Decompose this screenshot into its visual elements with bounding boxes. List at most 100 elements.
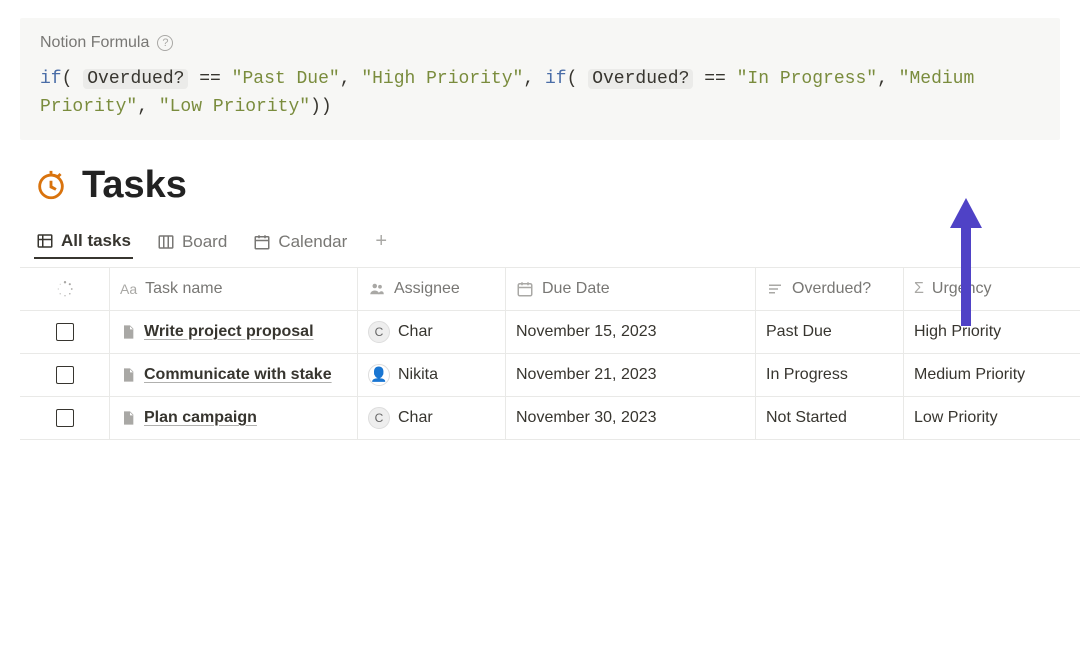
table-icon xyxy=(36,232,54,250)
lines-icon xyxy=(766,280,784,298)
formula-code[interactable]: if( Overdued? == "Past Due", "High Prior… xyxy=(40,66,1040,122)
column-header-checkbox[interactable] xyxy=(20,268,110,310)
formula-token-op: == xyxy=(188,69,231,89)
assignee-name: Char xyxy=(398,409,433,427)
table-row[interactable]: Communicate with stake 👤 Nikita November 21… xyxy=(20,354,1080,397)
stopwatch-icon xyxy=(34,168,68,202)
due-date-cell[interactable]: November 21, 2023 xyxy=(506,354,756,396)
column-header-label: Task name xyxy=(145,280,222,298)
tab-all-tasks[interactable]: All tasks xyxy=(34,225,133,259)
column-header-urgency[interactable]: Σ Urgency xyxy=(904,268,1080,310)
due-date: November 15, 2023 xyxy=(516,323,657,341)
tab-label: Calendar xyxy=(278,232,347,252)
page-icon xyxy=(120,410,136,426)
people-icon xyxy=(368,280,386,298)
overdued-cell[interactable]: Not Started xyxy=(756,397,904,439)
urgency-cell[interactable]: Low Priority xyxy=(904,397,1080,439)
task-name: Communicate with stake xyxy=(144,366,332,384)
page-title-row: Tasks xyxy=(34,164,1080,207)
formula-token-op xyxy=(577,69,588,89)
due-date-cell[interactable]: November 15, 2023 xyxy=(506,311,756,353)
column-header-label: Due Date xyxy=(542,280,610,298)
page-title: Tasks xyxy=(82,164,187,207)
urgency-cell[interactable]: High Priority xyxy=(904,311,1080,353)
database-table: Aa Task name Assignee Due Date Overdued? Σ Urg… xyxy=(20,267,1080,440)
formula-token-op xyxy=(72,69,83,89)
avatar: C xyxy=(368,321,390,343)
formula-header: Notion Formula ? xyxy=(40,34,1040,52)
due-date: November 30, 2023 xyxy=(516,409,657,427)
task-name-cell[interactable]: Communicate with stake xyxy=(110,354,358,396)
overdued-value: In Progress xyxy=(766,366,848,384)
formula-token-str: "Past Due" xyxy=(232,69,340,89)
page-icon xyxy=(120,367,136,383)
formula-token-prop: Overdued? xyxy=(588,69,693,89)
formula-header-label: Notion Formula xyxy=(40,34,149,52)
formula-token-str: "High Priority" xyxy=(361,69,523,89)
formula-token-str: "Low Priority" xyxy=(159,97,310,117)
column-header-due-date[interactable]: Due Date xyxy=(506,268,756,310)
column-header-overdued-[interactable]: Overdued? xyxy=(756,268,904,310)
avatar: 👤 xyxy=(368,364,390,386)
column-header-assignee[interactable]: Assignee xyxy=(358,268,506,310)
urgency-value: High Priority xyxy=(914,323,1001,341)
loading-spinner-icon xyxy=(56,280,74,298)
date-icon xyxy=(516,280,534,298)
assignee-name: Nikita xyxy=(398,366,438,384)
column-header-label: Assignee xyxy=(394,280,460,298)
checkbox-cell[interactable] xyxy=(20,354,110,396)
board-icon xyxy=(157,233,175,251)
urgency-value: Low Priority xyxy=(914,409,998,427)
calendar-icon xyxy=(253,233,271,251)
table-header-row: Aa Task name Assignee Due Date Overdued? Σ Urg… xyxy=(20,268,1080,311)
overdued-cell[interactable]: In Progress xyxy=(756,354,904,396)
task-name-cell[interactable]: Plan campaign xyxy=(110,397,358,439)
formula-token-op: == xyxy=(693,69,736,89)
formula-token-punc: , xyxy=(877,69,899,89)
tab-calendar[interactable]: Calendar xyxy=(251,226,349,258)
overdued-value: Not Started xyxy=(766,409,847,427)
page-icon xyxy=(120,324,136,340)
task-name-cell[interactable]: Write project proposal xyxy=(110,311,358,353)
formula-token-prop: Overdued? xyxy=(83,69,188,89)
task-name: Plan campaign xyxy=(144,409,257,427)
checkbox[interactable] xyxy=(56,409,74,427)
checkbox[interactable] xyxy=(56,366,74,384)
formula-token-punc: , xyxy=(523,69,545,89)
column-header-task-name[interactable]: Aa Task name xyxy=(110,268,358,310)
column-header-label: Urgency xyxy=(932,280,992,298)
formula-token-kw: if xyxy=(545,69,567,89)
assignee-cell[interactable]: C Char xyxy=(358,397,506,439)
formula-token-kw: if xyxy=(40,69,62,89)
view-tabs: All tasks Board Calendar + xyxy=(34,225,1080,259)
formula-token-punc: , xyxy=(340,69,362,89)
formula-token-punc: ( xyxy=(62,69,73,89)
add-view-button[interactable]: + xyxy=(371,230,391,253)
formula-token-str: "In Progress" xyxy=(737,69,877,89)
sigma-icon: Σ xyxy=(914,280,924,298)
due-date: November 21, 2023 xyxy=(516,366,657,384)
checkbox-cell[interactable] xyxy=(20,311,110,353)
urgency-value: Medium Priority xyxy=(914,366,1025,384)
urgency-cell[interactable]: Medium Priority xyxy=(904,354,1080,396)
formula-token-punc: , xyxy=(137,97,159,117)
checkbox[interactable] xyxy=(56,323,74,341)
assignee-name: Char xyxy=(398,323,433,341)
formula-token-punc: ( xyxy=(567,69,578,89)
help-icon[interactable]: ? xyxy=(157,35,173,51)
overdued-cell[interactable]: Past Due xyxy=(756,311,904,353)
checkbox-cell[interactable] xyxy=(20,397,110,439)
tab-label: All tasks xyxy=(61,231,131,251)
tab-board[interactable]: Board xyxy=(155,226,229,258)
formula-token-punc: )) xyxy=(310,97,332,117)
overdued-value: Past Due xyxy=(766,323,832,341)
formula-box: Notion Formula ? if( Overdued? == "Past … xyxy=(20,18,1060,140)
text-icon: Aa xyxy=(120,281,137,297)
column-header-label: Overdued? xyxy=(792,280,871,298)
table-row[interactable]: Plan campaign C Char November 30, 2023 Not S… xyxy=(20,397,1080,440)
assignee-cell[interactable]: C Char xyxy=(358,311,506,353)
table-row[interactable]: Write project proposal C Char November 15, … xyxy=(20,311,1080,354)
avatar: C xyxy=(368,407,390,429)
assignee-cell[interactable]: 👤 Nikita xyxy=(358,354,506,396)
due-date-cell[interactable]: November 30, 2023 xyxy=(506,397,756,439)
